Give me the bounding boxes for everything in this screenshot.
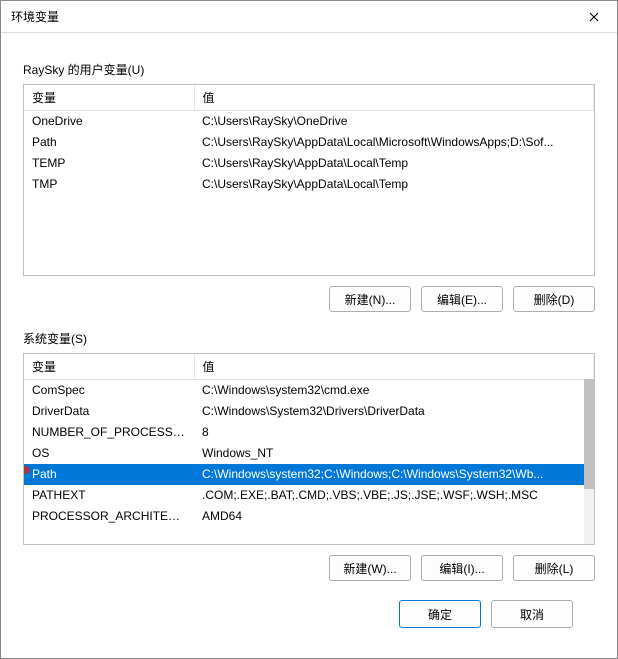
var-name-cell: NUMBER_OF_PROCESSORS [24, 422, 194, 443]
var-value-cell: Windows_NT [194, 443, 594, 464]
var-value-cell: C:\Users\RaySky\AppData\Local\Temp [194, 153, 594, 174]
system-vars-table-wrapper: 变量 值 ComSpecC:\Windows\system32\cmd.exeD… [23, 353, 595, 545]
table-row[interactable]: OneDriveC:\Users\RaySky\OneDrive [24, 111, 594, 132]
system-button-row: 新建(W)... 编辑(I)... 删除(L) [23, 555, 595, 581]
user-new-button[interactable]: 新建(N)... [329, 286, 411, 312]
var-name-cell: PROCESSOR_ARCHITECT... [24, 506, 194, 527]
sys-edit-button[interactable]: 编辑(I)... [421, 555, 503, 581]
user-vars-section: RaySky 的用户变量(U) 变量 值 OneDriveC:\Users\Ra… [23, 61, 595, 312]
var-name-cell: ComSpec [24, 380, 194, 401]
scrollbar-track[interactable] [584, 379, 594, 544]
col-header-name[interactable]: 变量 [24, 85, 194, 111]
var-value-cell: C:\Windows\System32\Drivers\DriverData [194, 401, 594, 422]
cancel-button[interactable]: 取消 [491, 600, 573, 628]
table-row[interactable]: PROCESSOR_ARCHITECT...AMD64 [24, 506, 594, 527]
system-vars-section: 系统变量(S) 变量 值 ComSpecC:\Windows\system32\… [23, 330, 595, 581]
user-vars-table[interactable]: 变量 值 OneDriveC:\Users\RaySky\OneDrivePat… [24, 85, 594, 195]
var-value-cell: 8 [194, 422, 594, 443]
window-title: 环境变量 [11, 8, 59, 25]
var-value-cell: C:\Users\RaySky\AppData\Local\Microsoft\… [194, 132, 594, 153]
close-icon[interactable] [571, 1, 617, 32]
var-value-cell: C:\Users\RaySky\OneDrive [194, 111, 594, 132]
table-row[interactable]: PATHEXT.COM;.EXE;.BAT;.CMD;.VBS;.VBE;.JS… [24, 485, 594, 506]
dialog-content: RaySky 的用户变量(U) 变量 值 OneDriveC:\Users\Ra… [1, 33, 617, 658]
col-header-value[interactable]: 值 [194, 354, 594, 380]
user-button-row: 新建(N)... 编辑(E)... 删除(D) [23, 286, 595, 312]
var-name-cell: Path [24, 464, 194, 485]
var-value-cell: C:\Windows\system32\cmd.exe [194, 380, 594, 401]
var-name-cell: Path [24, 132, 194, 153]
col-header-name[interactable]: 变量 [24, 354, 194, 380]
user-delete-button[interactable]: 删除(D) [513, 286, 595, 312]
var-name-cell: DriverData [24, 401, 194, 422]
system-vars-table[interactable]: 变量 值 ComSpecC:\Windows\system32\cmd.exeD… [24, 354, 594, 527]
table-row[interactable]: PathC:\Windows\system32;C:\Windows;C:\Wi… [24, 464, 594, 485]
user-vars-label: RaySky 的用户变量(U) [23, 61, 595, 78]
footer-buttons: 确定 取消 [23, 584, 595, 644]
var-value-cell: AMD64 [194, 506, 594, 527]
user-edit-button[interactable]: 编辑(E)... [421, 286, 503, 312]
var-value-cell: C:\Windows\system32;C:\Windows;C:\Window… [194, 464, 594, 485]
scrollbar-thumb[interactable] [584, 379, 594, 489]
user-vars-table-wrapper: 变量 值 OneDriveC:\Users\RaySky\OneDrivePat… [23, 84, 595, 276]
var-name-cell: TEMP [24, 153, 194, 174]
var-name-cell: OS [24, 443, 194, 464]
table-row[interactable]: PathC:\Users\RaySky\AppData\Local\Micros… [24, 132, 594, 153]
var-value-cell: C:\Users\RaySky\AppData\Local\Temp [194, 174, 594, 195]
table-row[interactable]: ComSpecC:\Windows\system32\cmd.exe [24, 380, 594, 401]
table-row[interactable]: TEMPC:\Users\RaySky\AppData\Local\Temp [24, 153, 594, 174]
sys-new-button[interactable]: 新建(W)... [329, 555, 411, 581]
env-var-dialog: 环境变量 RaySky 的用户变量(U) 变量 值 OneDriveC:\Use… [0, 0, 618, 659]
table-row[interactable]: NUMBER_OF_PROCESSORS8 [24, 422, 594, 443]
var-name-cell: TMP [24, 174, 194, 195]
col-header-value[interactable]: 值 [194, 85, 594, 111]
var-value-cell: .COM;.EXE;.BAT;.CMD;.VBS;.VBE;.JS;.JSE;.… [194, 485, 594, 506]
titlebar: 环境变量 [1, 1, 617, 33]
var-name-cell: PATHEXT [24, 485, 194, 506]
var-name-cell: OneDrive [24, 111, 194, 132]
table-row[interactable]: OSWindows_NT [24, 443, 594, 464]
system-vars-label: 系统变量(S) [23, 330, 595, 347]
table-row[interactable]: DriverDataC:\Windows\System32\Drivers\Dr… [24, 401, 594, 422]
ok-button[interactable]: 确定 [399, 600, 481, 628]
table-row[interactable]: TMPC:\Users\RaySky\AppData\Local\Temp [24, 174, 594, 195]
sys-delete-button[interactable]: 删除(L) [513, 555, 595, 581]
